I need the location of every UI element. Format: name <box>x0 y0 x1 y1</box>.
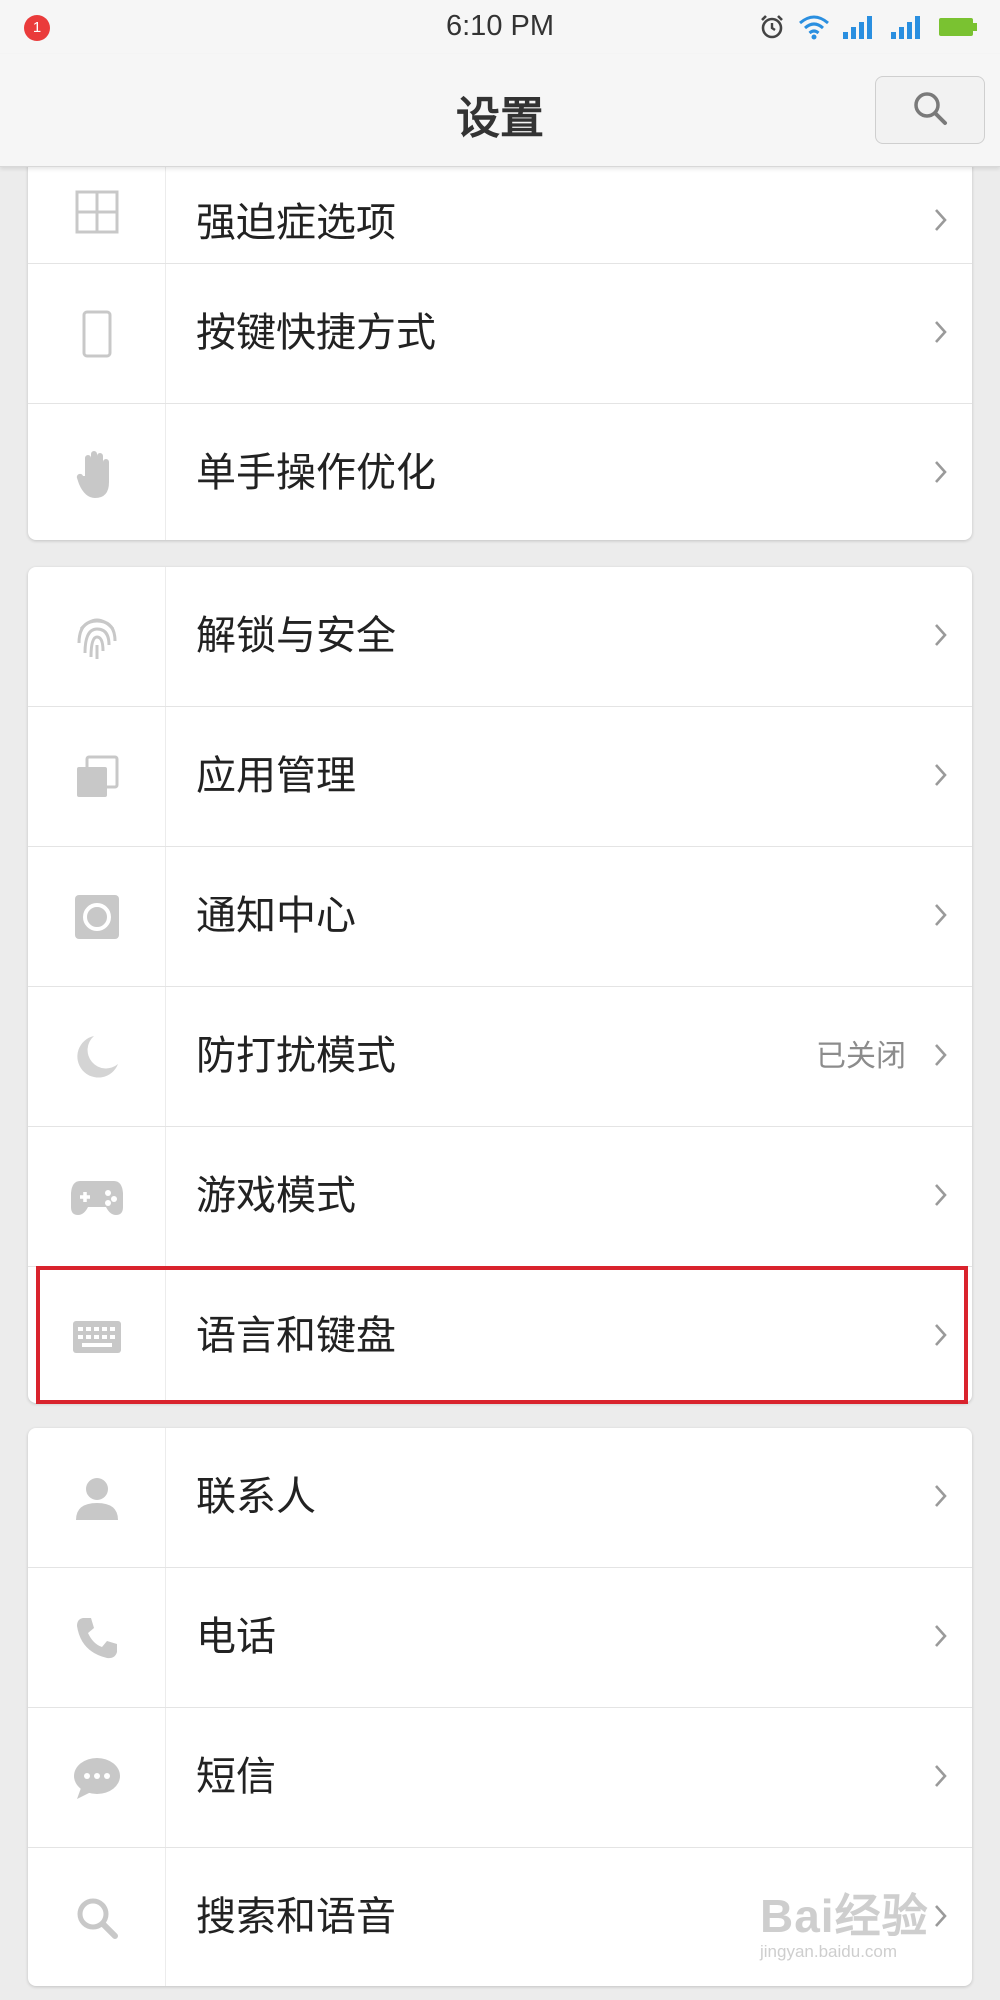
search-button[interactable] <box>875 76 985 144</box>
settings-header: 设置 <box>0 54 1000 167</box>
chevron-right-icon <box>934 1624 948 1652</box>
settings-item-label: 联系人 <box>196 1474 316 1520</box>
settings-item-label: 电话 <box>196 1614 276 1660</box>
settings-item-label: 短信 <box>196 1754 276 1800</box>
settings-item-label: 游戏模式 <box>196 1173 356 1219</box>
chevron-right-icon <box>934 1183 948 1211</box>
chevron-right-icon <box>934 623 948 651</box>
fingerprint-icon <box>28 567 166 706</box>
settings-item-button-shortcuts[interactable]: 按键快捷方式 <box>28 264 972 404</box>
dnd-status-value: 已关闭 <box>816 1039 906 1074</box>
settings-item-app-management[interactable]: 应用管理 <box>28 707 972 847</box>
signal-1-icon <box>842 14 878 40</box>
chevron-right-icon <box>934 1764 948 1792</box>
telephone-icon <box>28 1568 166 1707</box>
battery-icon <box>938 16 978 38</box>
signal-2-icon <box>890 14 926 40</box>
apps-icon <box>28 707 166 846</box>
settings-item-label: 单手操作优化 <box>196 450 436 496</box>
settings-item-label: 通知中心 <box>196 893 356 939</box>
chevron-right-icon <box>934 208 948 236</box>
settings-item-label: 语言和键盘 <box>196 1313 396 1359</box>
chevron-right-icon <box>934 763 948 791</box>
keyboard-icon <box>28 1267 166 1403</box>
settings-item-do-not-disturb[interactable]: 防打扰模式 已关闭 <box>28 987 972 1127</box>
chevron-right-icon <box>934 320 948 348</box>
settings-item-label: 解锁与安全 <box>196 613 396 659</box>
watermark-url: jingyan.baidu.com <box>760 1942 898 1961</box>
settings-item-label: 搜索和语音 <box>196 1894 396 1940</box>
chevron-right-icon <box>934 1484 948 1512</box>
hand-icon <box>28 404 166 540</box>
settings-item-label: 应用管理 <box>196 753 356 799</box>
moon-icon <box>28 987 166 1126</box>
contact-icon <box>28 1428 166 1567</box>
notification-icon <box>28 847 166 986</box>
settings-item-one-hand-mode[interactable]: 单手操作优化 <box>28 404 972 540</box>
baidu-watermark: Bai经验 jingyan.baidu.com <box>760 1880 1000 1990</box>
page-title: 设置 <box>456 93 544 144</box>
alarm-icon <box>758 13 786 41</box>
settings-item-notification-center[interactable]: 通知中心 <box>28 847 972 987</box>
gamepad-icon <box>28 1127 166 1266</box>
chevron-right-icon <box>934 460 948 488</box>
settings-item-label: 按键快捷方式 <box>196 310 436 356</box>
phone-icon <box>28 264 166 403</box>
settings-item-unlock-security[interactable]: 解锁与安全 <box>28 567 972 707</box>
chevron-right-icon <box>934 903 948 931</box>
watermark-logo: Bai经验 <box>760 1890 929 1942</box>
chevron-right-icon <box>934 1043 948 1071</box>
settings-card-apps: 解锁与安全 应用管理 通知中心 防打扰模式 已关闭 游戏模式 语言和键盘 <box>28 567 972 1403</box>
settings-item-language-keyboard[interactable]: 语言和键盘 <box>28 1267 972 1403</box>
settings-item-label: 防打扰模式 <box>196 1033 396 1079</box>
message-icon <box>28 1708 166 1847</box>
search-icon <box>911 89 949 131</box>
settings-card-system: 强迫症选项 按键快捷方式 单手操作优化 <box>28 124 972 540</box>
settings-item-phone[interactable]: 电话 <box>28 1568 972 1708</box>
search-icon <box>28 1848 166 1986</box>
settings-item-contacts[interactable]: 联系人 <box>28 1428 972 1568</box>
settings-item-game-mode[interactable]: 游戏模式 <box>28 1127 972 1267</box>
wifi-icon <box>798 14 830 40</box>
chevron-right-icon <box>934 1323 948 1351</box>
status-bar: 1 6:10 PM <box>0 0 1000 54</box>
settings-item-messages[interactable]: 短信 <box>28 1708 972 1848</box>
